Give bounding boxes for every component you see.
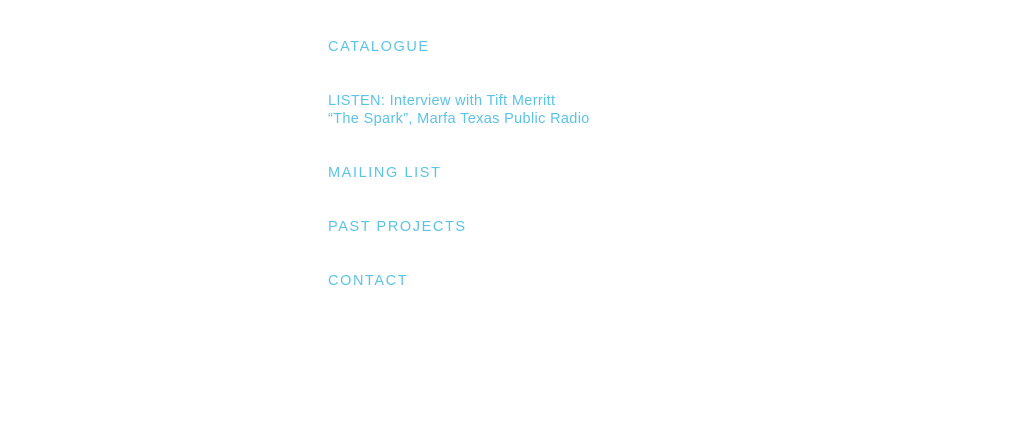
contact-link[interactable]: CONTACT bbox=[328, 272, 408, 290]
listen-line-1: LISTEN: Interview with Tift Merritt bbox=[328, 93, 556, 109]
catalogue-link[interactable]: CATALOGUE bbox=[328, 38, 430, 56]
listen-line-2: “The Spark”, Marfa Texas Public Radio bbox=[328, 111, 590, 127]
past-projects-link[interactable]: PAST PROJECTS bbox=[328, 218, 467, 236]
listen-interview-link[interactable]: LISTEN: Interview with Tift Merritt “The… bbox=[328, 92, 590, 128]
mailing-list-link[interactable]: MAILING LIST bbox=[328, 164, 441, 182]
page: CATALOGUE LISTEN: Interview with Tift Me… bbox=[0, 0, 1024, 439]
